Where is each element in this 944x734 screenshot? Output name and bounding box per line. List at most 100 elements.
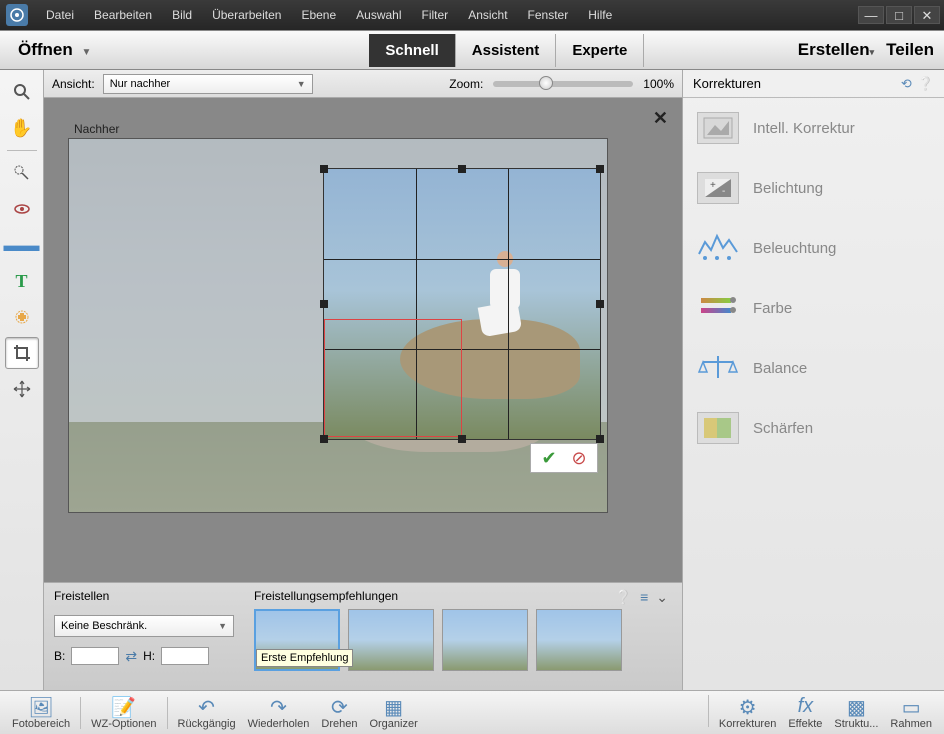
menu-ebene[interactable]: Ebene (291, 8, 346, 22)
photo-bin-button[interactable]: 🖼Fotobereich (6, 695, 76, 730)
redo-button[interactable]: ↷Wiederholen (242, 695, 316, 730)
mode-bar: Öffnen ▼ Schnell Assistent Experte Erste… (0, 30, 944, 70)
view-label: Ansicht: (52, 77, 95, 91)
chevron-down-icon: ▼ (297, 79, 306, 89)
item-label: Schärfen (753, 420, 813, 437)
teilen-button[interactable]: Teilen (886, 40, 934, 60)
move-tool[interactable] (5, 373, 39, 405)
close-image-button[interactable]: ✕ (653, 108, 668, 129)
tab-assistent[interactable]: Assistent (456, 34, 557, 67)
width-label: B: (54, 649, 65, 663)
open-label: Öffnen (18, 40, 73, 59)
menu-hilfe[interactable]: Hilfe (578, 8, 622, 22)
view-select[interactable]: Nur nachher ▼ (103, 74, 313, 94)
height-label: H: (143, 649, 155, 663)
undo-button[interactable]: ↶Rückgängig (172, 695, 242, 730)
color-item[interactable]: Farbe (683, 278, 944, 338)
crop-handle[interactable] (596, 435, 604, 443)
reset-icon[interactable]: ⟲ (901, 76, 912, 92)
maximize-button[interactable]: □ (886, 6, 912, 24)
exposure-icon: +- (697, 172, 739, 204)
crop-handle[interactable] (596, 300, 604, 308)
exposure-item[interactable]: +- Belichtung (683, 158, 944, 218)
crop-handle[interactable] (458, 165, 466, 173)
erstellen-button[interactable]: Erstellen▾ (798, 40, 874, 60)
organizer-button[interactable]: ▦Organizer (363, 695, 423, 730)
height-input[interactable] (161, 647, 209, 665)
crop-handle[interactable] (320, 165, 328, 173)
titlebar: Datei Bearbeiten Bild Überarbeiten Ebene… (0, 0, 944, 30)
crop-suggestion-4[interactable] (536, 609, 622, 671)
cancel-crop-button[interactable]: ⊘ (567, 446, 591, 470)
crop-suggestion-2[interactable] (348, 609, 434, 671)
open-button[interactable]: Öffnen ▼ (10, 36, 99, 64)
whiten-tool[interactable]: ▬▬ (5, 229, 39, 261)
crop-handle[interactable] (458, 435, 466, 443)
texture-icon: ▩ (847, 695, 866, 717)
item-label: Belichtung (753, 180, 823, 197)
undo-icon: ↶ (198, 695, 215, 717)
balance-item[interactable]: Balance (683, 338, 944, 398)
width-input[interactable] (71, 647, 119, 665)
close-button[interactable]: ✕ (914, 6, 940, 24)
view-select-value: Nur nachher (110, 78, 171, 90)
menu-datei[interactable]: Datei (36, 8, 84, 22)
textures-button[interactable]: ▩Struktu... (828, 695, 884, 730)
crop-suggestion-1[interactable]: Erste Empfehlung (254, 609, 340, 671)
minimize-button[interactable]: — (858, 6, 884, 24)
item-label: Intell. Korrektur (753, 120, 855, 137)
zoom-slider[interactable] (493, 81, 633, 87)
quick-select-tool[interactable] (5, 157, 39, 189)
hand-tool[interactable]: ✋ (5, 112, 39, 144)
tab-schnell[interactable]: Schnell (369, 34, 455, 67)
crop-handle[interactable] (320, 435, 328, 443)
bottom-bar: 🖼Fotobereich 📝WZ-Optionen ↶Rückgängig ↷W… (0, 690, 944, 734)
aspect-ratio-select[interactable]: Keine Beschränk. ▼ (54, 615, 234, 637)
menu-bild[interactable]: Bild (162, 8, 202, 22)
left-toolbar: ✋ ▬▬ T (0, 70, 44, 690)
redo-icon: ↷ (270, 695, 287, 717)
crop-region[interactable]: ✔ ⊘ (324, 169, 600, 439)
chevron-down-icon: ▾ (870, 47, 875, 57)
menu-auswahl[interactable]: Auswahl (346, 8, 411, 22)
menu-filter[interactable]: Filter (412, 8, 459, 22)
menu-icon[interactable]: ≡ (640, 589, 648, 606)
rotate-button[interactable]: ⟳Drehen (315, 695, 363, 730)
effects-button[interactable]: fxEffekte (782, 695, 828, 730)
menu-ueberarbeiten[interactable]: Überarbeiten (202, 8, 291, 22)
help-icon[interactable]: ❔ (918, 76, 934, 92)
swap-icon[interactable]: ⇄ (125, 648, 137, 665)
frames-button[interactable]: ▭Rahmen (884, 695, 938, 730)
sharpen-item[interactable]: Schärfen (683, 398, 944, 458)
menu-fenster[interactable]: Fenster (518, 8, 579, 22)
sharpen-icon (697, 412, 739, 444)
zoom-label: Zoom: (449, 77, 483, 91)
tool-options-button[interactable]: 📝WZ-Optionen (85, 695, 162, 730)
adjustments-button[interactable]: ⚙Korrekturen (713, 695, 782, 730)
zoom-value: 100% (643, 77, 674, 91)
collapse-icon[interactable]: ⌄ (656, 589, 668, 606)
item-label: Farbe (753, 300, 792, 317)
lighting-item[interactable]: Beleuchtung (683, 218, 944, 278)
tab-experte[interactable]: Experte (556, 34, 644, 67)
item-label: Balance (753, 360, 807, 377)
menu-bearbeiten[interactable]: Bearbeiten (84, 8, 162, 22)
organizer-icon: ▦ (384, 695, 403, 717)
crop-suggestion-3[interactable] (442, 609, 528, 671)
zoom-tool[interactable] (5, 76, 39, 108)
spot-heal-tool[interactable] (5, 301, 39, 333)
crop-suggestion-panel: Freistellen Keine Beschränk. ▼ B: ⇄ H: F… (44, 582, 682, 690)
crop-handle[interactable] (596, 165, 604, 173)
image-canvas[interactable]: ✔ ⊘ (68, 138, 608, 513)
type-tool[interactable]: T (5, 265, 39, 297)
crop-handle[interactable] (320, 300, 328, 308)
menu-ansicht[interactable]: Ansicht (458, 8, 517, 22)
smart-fix-item[interactable]: Intell. Korrektur (683, 98, 944, 158)
crop-tool[interactable] (5, 337, 39, 369)
tool-options-icon: 📝 (111, 695, 136, 717)
confirm-crop-button[interactable]: ✔ (537, 446, 561, 470)
help-icon[interactable]: ❔ (615, 589, 632, 606)
redeye-tool[interactable] (5, 193, 39, 225)
zoom-thumb[interactable] (539, 76, 553, 90)
item-label: Beleuchtung (753, 240, 836, 257)
